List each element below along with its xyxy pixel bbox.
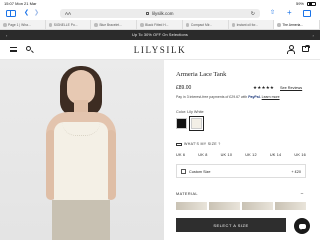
browser-tab[interactable]: Black Fitted H... xyxy=(137,20,183,29)
status-right: 59% xyxy=(296,1,316,6)
swatch-black[interactable] xyxy=(176,118,187,129)
browser-tab[interactable]: Page 1 | Wha... xyxy=(0,20,46,29)
material-thumbnail xyxy=(275,202,306,210)
lock-icon xyxy=(146,11,149,15)
status-time: 15:07 Mon 21 Mar xyxy=(4,1,37,6)
chat-button[interactable] xyxy=(294,218,310,234)
product-price: £89.00 xyxy=(176,85,192,91)
select-size-button[interactable]: SELECT A SIZE xyxy=(176,218,286,232)
account-icon[interactable] xyxy=(287,45,295,54)
tab-favicon-icon xyxy=(3,23,7,27)
material-image-strip xyxy=(176,202,306,210)
forward-arrow-icon[interactable]: ❯ xyxy=(34,8,39,17)
promo-next-icon[interactable]: › xyxy=(313,33,314,38)
tab-favicon-icon xyxy=(277,23,281,27)
brand-logo[interactable]: LILYSILK xyxy=(0,45,320,55)
sidebar-toggle-icon[interactable] xyxy=(6,10,16,17)
size-option[interactable]: UK 10 xyxy=(221,152,233,158)
star-rating-icon: ★★★★★ xyxy=(253,85,275,90)
browser-tab[interactable]: Compact Mir... xyxy=(183,20,229,29)
size-option[interactable]: UK 8 xyxy=(198,152,207,158)
size-option[interactable]: UK 14 xyxy=(270,152,282,158)
tab-strip: Page 1 | Wha... SIGNELLE Po... Blue Brac… xyxy=(0,20,320,30)
paypal-installments: Pay in 3 interest-free payments of £29.6… xyxy=(176,95,280,99)
tab-favicon-icon xyxy=(94,23,98,27)
chat-bubble-icon xyxy=(298,223,306,230)
custom-size-checkbox[interactable] xyxy=(181,169,186,174)
browser-tab-active[interactable]: The Armeria... xyxy=(274,20,320,29)
custom-size-option[interactable]: Custom Size + £20 xyxy=(176,164,306,178)
paypal-logo: PayPal. xyxy=(248,95,261,99)
new-tab-plus-icon[interactable]: + xyxy=(287,8,292,17)
image-model-face xyxy=(67,70,95,104)
size-option[interactable]: UK 12 xyxy=(245,152,257,158)
material-thumbnail xyxy=(176,202,207,210)
see-reviews-link[interactable]: See Reviews xyxy=(280,86,302,90)
size-option[interactable]: UK 6 xyxy=(176,152,185,158)
swatch-lily-white[interactable] xyxy=(189,116,204,131)
color-label: Color: Lily White xyxy=(176,110,204,114)
site-header: LILYSILK xyxy=(0,40,320,60)
size-guide-link[interactable]: WHAT'S MY SIZE ? xyxy=(176,142,221,146)
image-skirt xyxy=(52,200,110,240)
product-title: Armeria Lace Tank xyxy=(176,71,227,78)
custom-size-label: Custom Size xyxy=(189,169,211,174)
product-image[interactable] xyxy=(0,60,164,240)
address-bar[interactable]: AA lilysilk.com ↻ xyxy=(60,9,260,18)
battery-percent: 59% xyxy=(295,1,304,6)
promo-text: Up To 30% OFF On Selections xyxy=(132,33,188,37)
tab-overview-icon[interactable] xyxy=(303,10,311,17)
product-info: Armeria Lace Tank £89.00 ★★★★★ See Revie… xyxy=(176,60,312,240)
tab-favicon-icon xyxy=(140,23,144,27)
material-accordion[interactable]: MATERIAL − xyxy=(176,191,306,197)
browser-toolbar: ❮ ❯ AA lilysilk.com ↻ ⇧ + xyxy=(0,7,320,19)
material-thumbnail xyxy=(242,202,273,210)
share-icon[interactable]: ⇧ xyxy=(270,8,275,17)
browser-tab[interactable]: Instant oil for... xyxy=(229,20,275,29)
reader-aa-button[interactable]: AA xyxy=(65,11,71,16)
size-option[interactable]: UK 16 xyxy=(294,152,306,158)
browser-tab[interactable]: SIGNELLE Po... xyxy=(46,20,92,29)
collapse-minus-icon[interactable]: − xyxy=(301,191,304,197)
back-arrow-icon[interactable]: ❮ xyxy=(24,8,29,17)
tab-favicon-icon xyxy=(231,23,236,27)
ruler-icon xyxy=(176,142,182,146)
browser-tab[interactable]: Blue Bracelet... xyxy=(91,20,138,29)
promo-prev-icon[interactable]: ‹ xyxy=(6,33,7,38)
battery-icon xyxy=(307,1,316,6)
material-thumbnail xyxy=(209,202,240,210)
reload-icon[interactable]: ↻ xyxy=(251,11,255,17)
tab-favicon-icon xyxy=(48,23,53,27)
url-domain: lilysilk.com xyxy=(152,11,174,16)
size-options: UK 6 UK 8 UK 10 UK 12 UK 14 UK 16 xyxy=(176,152,306,158)
promo-banner[interactable]: ‹ Up To 30% OFF On Selections › xyxy=(0,30,320,40)
learn-more-link[interactable]: Learn more xyxy=(262,95,280,99)
tab-favicon-icon xyxy=(185,23,190,27)
shopping-bag-icon[interactable] xyxy=(302,44,310,52)
custom-size-price: + £20 xyxy=(291,169,301,174)
